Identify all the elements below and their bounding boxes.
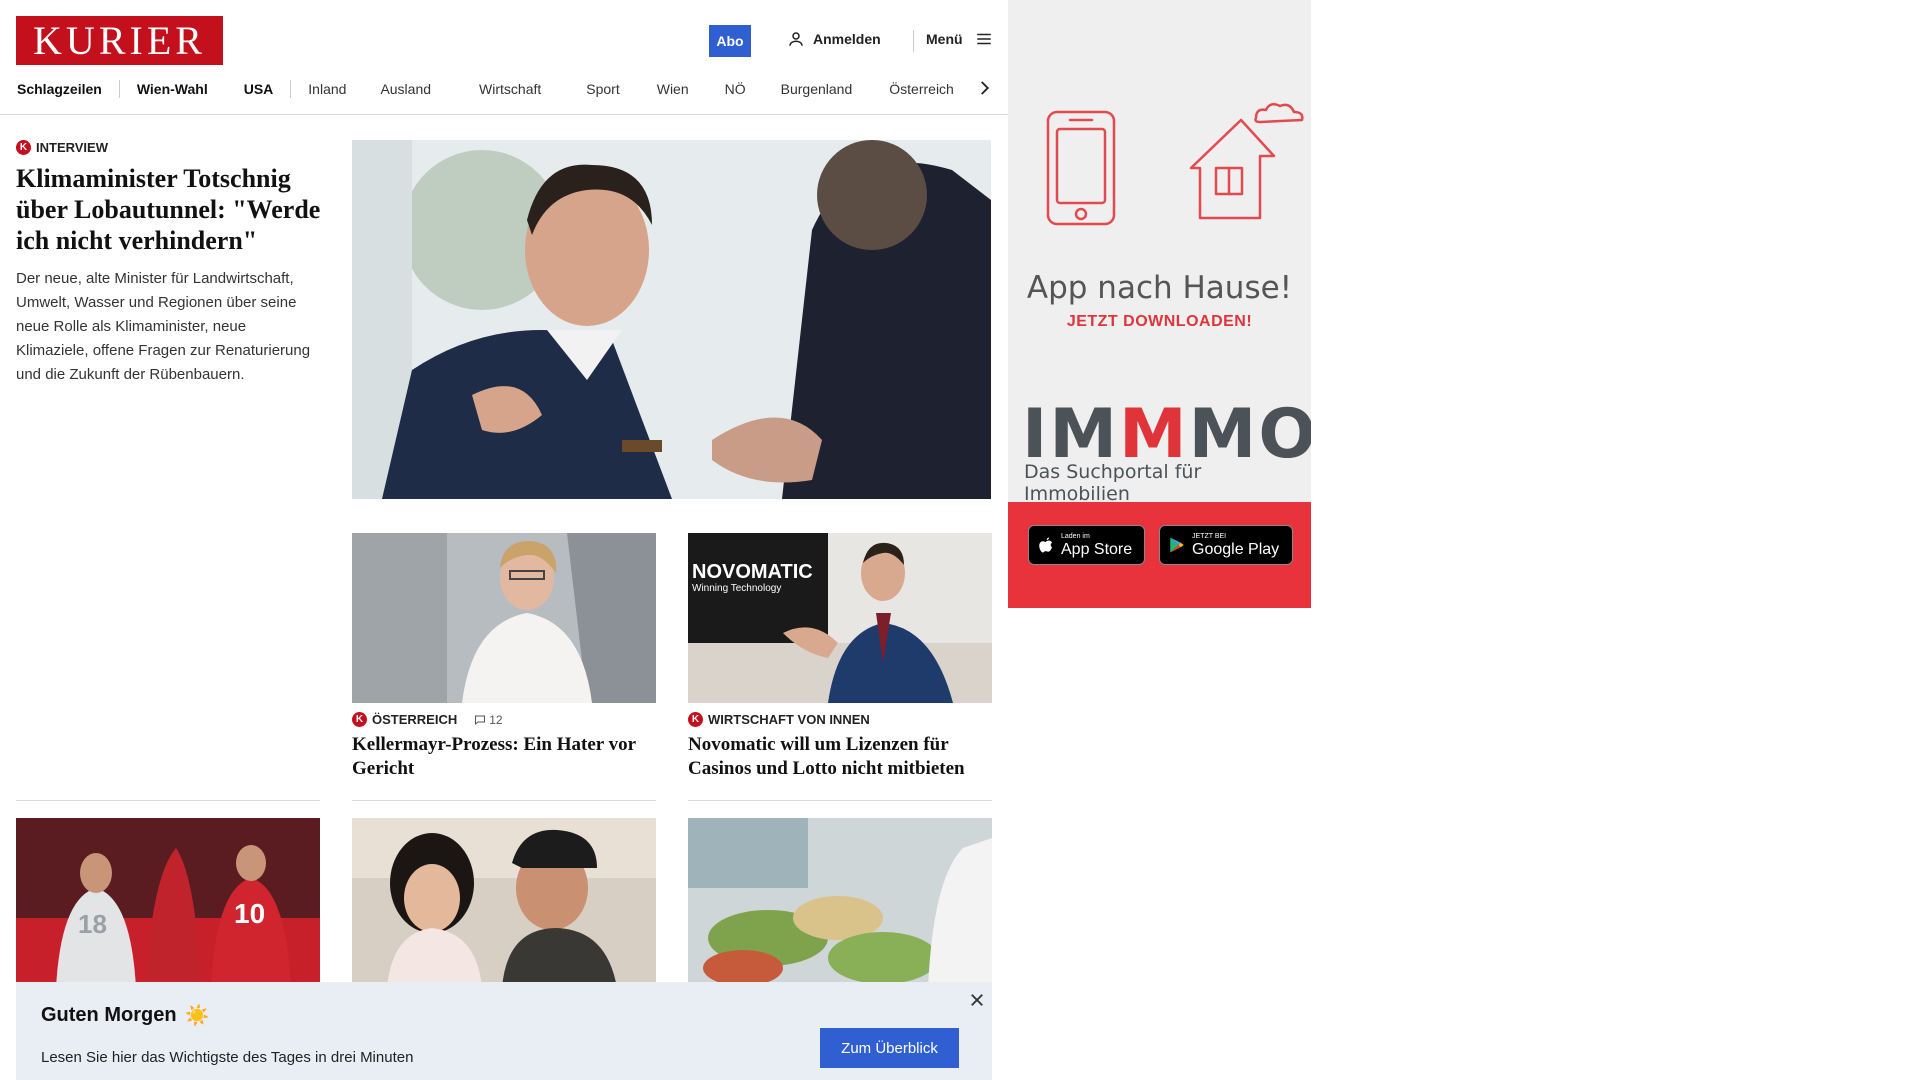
article-image[interactable] — [352, 533, 656, 703]
google-play-small: JETZT BEI — [1192, 532, 1227, 540]
article-photo — [352, 818, 656, 988]
nav-item-wien[interactable]: Wien — [657, 81, 689, 97]
comment-count-value: 12 — [489, 712, 503, 727]
article-meta: K ÖSTERREICH 12 — [352, 712, 656, 727]
immmo-ad[interactable]: App nach Hause! JETZT DOWNLOADEN! IMMMO … — [1008, 0, 1311, 608]
divider — [352, 800, 656, 801]
app-store-small: Laden im — [1061, 532, 1090, 540]
lead-article[interactable]: K INTERVIEW Klimaminister Totschnig über… — [16, 140, 321, 387]
divider — [688, 800, 992, 801]
sun-icon: ☀️ — [184, 1005, 210, 1027]
nav-divider — [118, 80, 120, 98]
nav-item-wien-wahl[interactable]: Wien-Wahl — [137, 81, 208, 97]
comment-icon — [475, 715, 486, 725]
close-icon[interactable] — [968, 991, 986, 1009]
abo-button[interactable]: Abo — [709, 25, 751, 57]
ad-subtitle: JETZT DOWNLOADEN! — [1066, 313, 1253, 330]
nav-item-inland[interactable]: Inland — [308, 81, 346, 97]
article-image[interactable] — [688, 818, 992, 988]
google-play-label: Google Play — [1192, 540, 1280, 558]
google-play-icon — [1170, 537, 1184, 553]
kurier-plus-icon: K — [16, 140, 31, 155]
menu-button[interactable]: Menü — [926, 30, 993, 48]
lead-title[interactable]: Klimaminister Totschnig über Lobautunnel… — [16, 163, 321, 256]
novomatic-sign: NOVOMATIC — [692, 561, 813, 583]
article-card[interactable] — [352, 818, 656, 988]
lead-photo — [352, 140, 991, 499]
user-icon — [789, 32, 803, 46]
nav-item-burgenland[interactable]: Burgenland — [781, 81, 853, 97]
jersey-number: 18 — [78, 909, 107, 939]
article-photo — [352, 533, 656, 703]
article-kicker: WIRTSCHAFT VON INNEN — [708, 712, 870, 727]
google-play-button[interactable]: JETZT BEI Google Play — [1159, 525, 1293, 565]
cloud-icon — [1254, 102, 1304, 124]
article-card[interactable] — [688, 818, 992, 988]
main-nav: Schlagzeilen Wien-Wahl USA Inland Auslan… — [17, 78, 954, 100]
article-card[interactable]: K ÖSTERREICH 12 Kellermayr-Prozess: Ein … — [352, 533, 656, 781]
app-store-label: App Store — [1061, 540, 1133, 558]
login-button[interactable]: Anmelden — [787, 30, 881, 48]
article-kicker: ÖSTERREICH — [372, 712, 458, 727]
lead-kicker-label: INTERVIEW — [36, 140, 108, 155]
nav-item-sport[interactable]: Sport — [586, 81, 619, 97]
popup-text: Lesen Sie hier das Wichtigste des Tages … — [41, 1049, 414, 1066]
popup-title: Guten Morgen ☀️ — [41, 1003, 209, 1028]
nav-item-ausland[interactable]: Ausland — [380, 81, 431, 97]
login-label: Anmelden — [813, 31, 881, 47]
app-store-button[interactable]: Laden im App Store — [1028, 525, 1145, 565]
nav-item-wirtschaft[interactable]: Wirtschaft — [479, 81, 541, 97]
article-title[interactable]: Novomatic will um Lizenzen für Casinos u… — [688, 733, 992, 781]
nav-item-schlagzeilen[interactable]: Schlagzeilen — [17, 81, 102, 97]
site-header: KURIER Abo Anmelden Menü Schlagzeilen Wi… — [0, 0, 1008, 115]
article-card[interactable]: NOVOMATIC Winning Technology K WIRTSCHAF… — [688, 533, 992, 781]
novomatic-sign-sub: Winning Technology — [692, 583, 781, 594]
immmo-tagline: Das Suchportal für Immobilien — [1024, 461, 1202, 505]
menu-label: Menü — [926, 31, 963, 47]
lead-kicker: K INTERVIEW — [16, 140, 321, 155]
divider — [16, 800, 320, 801]
article-photo: NOVOMATIC Winning Technology — [688, 533, 992, 703]
lead-teaser: Der neue, alte Minister für Landwirtscha… — [16, 270, 311, 383]
comment-count[interactable]: 12 — [474, 712, 503, 727]
article-title[interactable]: Kellermayr-Prozess: Ein Hater vor Gerich… — [352, 733, 656, 781]
article-image[interactable]: NOVOMATIC Winning Technology — [688, 533, 992, 703]
morning-briefing-popup: Guten Morgen ☀️ Lesen Sie hier das Wicht… — [16, 982, 992, 1080]
article-image[interactable] — [352, 818, 656, 988]
page: KURIER Abo Anmelden Menü Schlagzeilen Wi… — [0, 0, 1920, 1080]
nav-divider — [290, 80, 292, 98]
nav-item-noe[interactable]: NÖ — [725, 81, 746, 97]
article-image[interactable]: 18 10 — [16, 818, 320, 988]
kurier-logo[interactable]: KURIER — [16, 16, 223, 65]
jersey-number: 10 — [234, 898, 265, 929]
article-photo: 18 10 — [16, 818, 320, 988]
article-meta: K WIRTSCHAFT VON INNEN — [688, 712, 992, 727]
header-divider — [913, 30, 914, 52]
kurier-plus-icon: K — [688, 712, 703, 727]
ad-title: App nach Hause! — [1026, 270, 1293, 306]
nav-item-oesterreich[interactable]: Österreich — [889, 81, 954, 97]
kurier-plus-icon: K — [352, 712, 367, 727]
overview-button[interactable]: Zum Überblick — [820, 1028, 959, 1068]
nav-item-usa[interactable]: USA — [244, 81, 274, 97]
apple-icon — [1039, 537, 1052, 553]
lead-image[interactable] — [352, 140, 991, 499]
ad-illustration — [1046, 102, 1304, 226]
article-card[interactable]: 18 10 — [16, 818, 320, 988]
hamburger-icon — [976, 33, 991, 45]
chevron-right-icon[interactable] — [975, 79, 993, 97]
popup-title-text: Guten Morgen — [41, 1004, 177, 1026]
article-photo — [688, 818, 992, 988]
